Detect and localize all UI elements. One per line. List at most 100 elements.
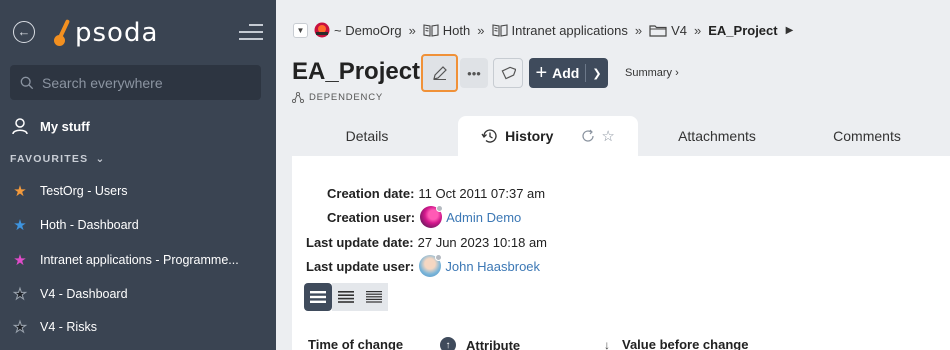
add-button[interactable]: + Add ❯ bbox=[529, 58, 608, 88]
add-button-label: Add bbox=[552, 65, 580, 81]
breadcrumb-label: V4 bbox=[671, 22, 687, 38]
breadcrumb-item[interactable]: ~ DemoOrg bbox=[314, 22, 402, 38]
edit-button[interactable] bbox=[421, 54, 458, 92]
favourites-label: FAVOURITES bbox=[10, 153, 89, 165]
sidebar-item-my-stuff[interactable]: My stuff bbox=[0, 111, 276, 141]
breadcrumb-dropdown-icon[interactable]: ▼ bbox=[293, 22, 308, 38]
sidebar-header: ← psoda bbox=[0, 0, 276, 64]
star-icon: ★ bbox=[13, 182, 27, 200]
sidebar-item-favourite[interactable]: ★ V4 - Dashboard bbox=[0, 279, 276, 309]
column-label: Attribute bbox=[466, 337, 521, 350]
sidebar-item-label: V4 - Dashboard bbox=[40, 287, 128, 301]
last-update-date-value: 27 Jun 2023 10:18 am bbox=[417, 235, 548, 250]
back-icon[interactable]: ← bbox=[13, 21, 35, 43]
object-type-label: DEPENDENCY bbox=[309, 92, 383, 103]
column-time-of-change[interactable]: Time of change bbox=[308, 337, 403, 350]
sidebar-item-favourite[interactable]: ★ TestOrg - Users bbox=[0, 176, 276, 206]
favourites-header[interactable]: FAVOURITES ⌄ bbox=[10, 153, 105, 165]
refresh-icon[interactable] bbox=[581, 129, 595, 143]
pencil-icon bbox=[432, 66, 447, 80]
breadcrumb-separator: » bbox=[477, 22, 485, 38]
star-icon: ★ bbox=[13, 216, 27, 234]
tag-icon bbox=[501, 66, 516, 80]
breadcrumb-separator: » bbox=[408, 22, 416, 38]
view-density-toggle bbox=[304, 283, 388, 311]
breadcrumb-item[interactable]: V4 bbox=[649, 23, 687, 38]
breadcrumb-separator: » bbox=[634, 22, 643, 38]
creation-date-row: Creation date: 11 Oct 2011 07:37 am bbox=[327, 186, 545, 201]
sidebar-item-label: My stuff bbox=[40, 118, 90, 134]
book-icon bbox=[423, 23, 439, 37]
collapse-menu-icon[interactable] bbox=[239, 24, 263, 40]
sidebar-item-favourite[interactable]: ★ Intranet applications - Programme... bbox=[0, 245, 276, 275]
avatar[interactable] bbox=[419, 254, 443, 277]
star-icon: ★ bbox=[13, 318, 27, 336]
breadcrumb-item[interactable]: Hoth bbox=[423, 23, 470, 38]
last-update-date-label: Last update date: bbox=[306, 235, 414, 250]
sidebar-item-favourite[interactable]: ★ V4 - Risks bbox=[0, 312, 276, 342]
star-icon: ★ bbox=[13, 285, 27, 303]
breadcrumb: ▼ ~ DemoOrg » Hoth » Intranet applicatio… bbox=[293, 20, 793, 40]
more-options-button[interactable]: ••• bbox=[460, 58, 488, 88]
caret-right-icon[interactable]: ▶ bbox=[786, 25, 794, 36]
search-icon bbox=[20, 76, 34, 89]
tab-attachments[interactable]: Attachments bbox=[642, 116, 792, 156]
breadcrumb-label: Hoth bbox=[442, 22, 471, 38]
column-label: Time of change bbox=[308, 337, 404, 350]
last-update-user-row: Last update user: John Haasbroek bbox=[306, 254, 540, 277]
star-outline-icon[interactable]: ☆ bbox=[601, 127, 614, 145]
view-compact-button[interactable] bbox=[332, 283, 360, 311]
object-type: DEPENDENCY bbox=[292, 92, 383, 103]
avatar[interactable] bbox=[420, 205, 444, 228]
star-icon: ★ bbox=[13, 251, 27, 269]
tab-history[interactable]: History ☆ bbox=[458, 116, 638, 156]
user-icon bbox=[11, 117, 29, 135]
creation-date-label: Creation date: bbox=[327, 186, 415, 201]
global-search bbox=[10, 65, 261, 100]
chevron-down-icon: ❯ bbox=[592, 67, 602, 80]
sidebar-item-label: Hoth - Dashboard bbox=[40, 218, 139, 232]
breadcrumb-item[interactable]: Intranet applications bbox=[491, 22, 628, 38]
dependency-icon bbox=[292, 92, 304, 103]
main-content: ▼ ~ DemoOrg » Hoth » Intranet applicatio… bbox=[276, 0, 950, 350]
ellipsis-icon: ••• bbox=[467, 65, 481, 81]
tab-history-label: History bbox=[505, 128, 554, 144]
list-icon bbox=[310, 291, 326, 303]
sort-ascending-icon: ↑ bbox=[440, 337, 456, 350]
app-logo[interactable]: psoda bbox=[52, 16, 158, 50]
sidebar-item-favourite[interactable]: ★ Hoth - Dashboard bbox=[0, 210, 276, 240]
list-dense-icon bbox=[366, 291, 382, 303]
sidebar-item-label: V4 - Risks bbox=[40, 320, 97, 334]
summary-link[interactable]: Summary › bbox=[625, 67, 679, 79]
tab-bar: Details History ☆ Attachments Comments bbox=[292, 116, 950, 156]
creation-user-link[interactable]: Admin Demo bbox=[446, 210, 521, 225]
last-update-user-label: Last update user: bbox=[306, 258, 415, 274]
creation-date-value: 11 Oct 2011 07:37 am bbox=[418, 186, 546, 201]
creation-user-label: Creation user: bbox=[327, 209, 416, 225]
sidebar-item-label: Intranet applications - Programme... bbox=[40, 253, 239, 267]
last-update-user-link[interactable]: John Haasbroek bbox=[445, 259, 540, 274]
app-name: psoda bbox=[75, 18, 159, 48]
column-label: Value before change bbox=[622, 337, 749, 350]
search-input[interactable] bbox=[42, 74, 252, 91]
view-dense-button[interactable] bbox=[360, 283, 388, 311]
tag-button[interactable] bbox=[493, 58, 523, 88]
breadcrumb-current[interactable]: EA_Project ▶ bbox=[708, 23, 793, 38]
chevron-down-icon: ⌄ bbox=[95, 153, 106, 165]
book-icon bbox=[491, 23, 508, 37]
list-compact-icon bbox=[338, 291, 354, 303]
page-title: EA_Project bbox=[292, 58, 421, 85]
last-update-date-row: Last update date: 27 Jun 2023 10:18 am bbox=[306, 235, 547, 250]
org-logo-icon bbox=[314, 22, 330, 38]
logo-mark-icon bbox=[52, 18, 74, 48]
button-divider bbox=[585, 64, 587, 82]
view-comfortable-button[interactable] bbox=[304, 283, 332, 311]
column-value-before-change[interactable]: ↓ Value before change bbox=[604, 337, 748, 350]
column-attribute[interactable]: ↑ Attribute bbox=[440, 337, 520, 350]
sidebar-item-label: TestOrg - Users bbox=[40, 184, 128, 198]
breadcrumb-label: Intranet applications bbox=[511, 22, 628, 38]
tab-comments[interactable]: Comments bbox=[792, 116, 942, 156]
breadcrumb-label: EA_Project bbox=[708, 22, 778, 38]
plus-icon: + bbox=[535, 62, 548, 84]
tab-details[interactable]: Details bbox=[292, 116, 442, 156]
